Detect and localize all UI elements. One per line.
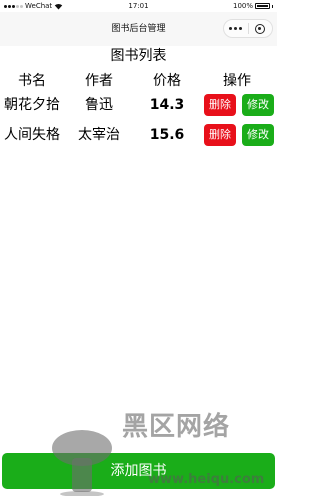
book-price: 15.6 [149,127,185,143]
delete-button[interactable]: 删除 [204,124,236,146]
header-price: 价格 [153,73,181,89]
page-title: 图书列表 [110,48,167,64]
status-bar: WeChat 17:01 100% [0,0,277,12]
add-book-button[interactable]: 添加图书 [2,453,275,489]
capsule-menu [223,19,273,38]
battery-tip [272,4,273,8]
book-name: 朝花夕拾 [4,97,60,113]
book-name: 人间失格 [4,127,60,143]
status-right: 100% [233,0,273,12]
header-name: 书名 [18,73,46,89]
delete-button[interactable]: 删除 [204,94,236,116]
book-table: 书名 作者 价格 操作 朝花夕拾 鲁迅 14.3 删除 修改 人间失格 太宰治 … [0,72,277,150]
watermark-text: 黑区网络 [122,412,231,442]
edit-button[interactable]: 修改 [242,124,274,146]
table-header: 书名 作者 价格 操作 [0,72,277,90]
table-row: 朝花夕拾 鲁迅 14.3 删除 修改 [0,90,277,120]
table-row: 人间失格 太宰治 15.6 删除 修改 [0,120,277,150]
book-author: 鲁迅 [85,97,113,113]
battery-icon [255,3,270,9]
edit-button[interactable]: 修改 [242,94,274,116]
header-actions: 操作 [223,73,251,89]
nav-bar: 图书后台管理 [0,12,277,46]
battery-percent: 100% [232,2,253,10]
header-author: 作者 [85,73,113,89]
close-circle-icon[interactable] [249,23,273,34]
book-author: 太宰治 [78,127,120,143]
more-icon[interactable] [224,27,248,30]
book-price: 14.3 [149,97,185,113]
